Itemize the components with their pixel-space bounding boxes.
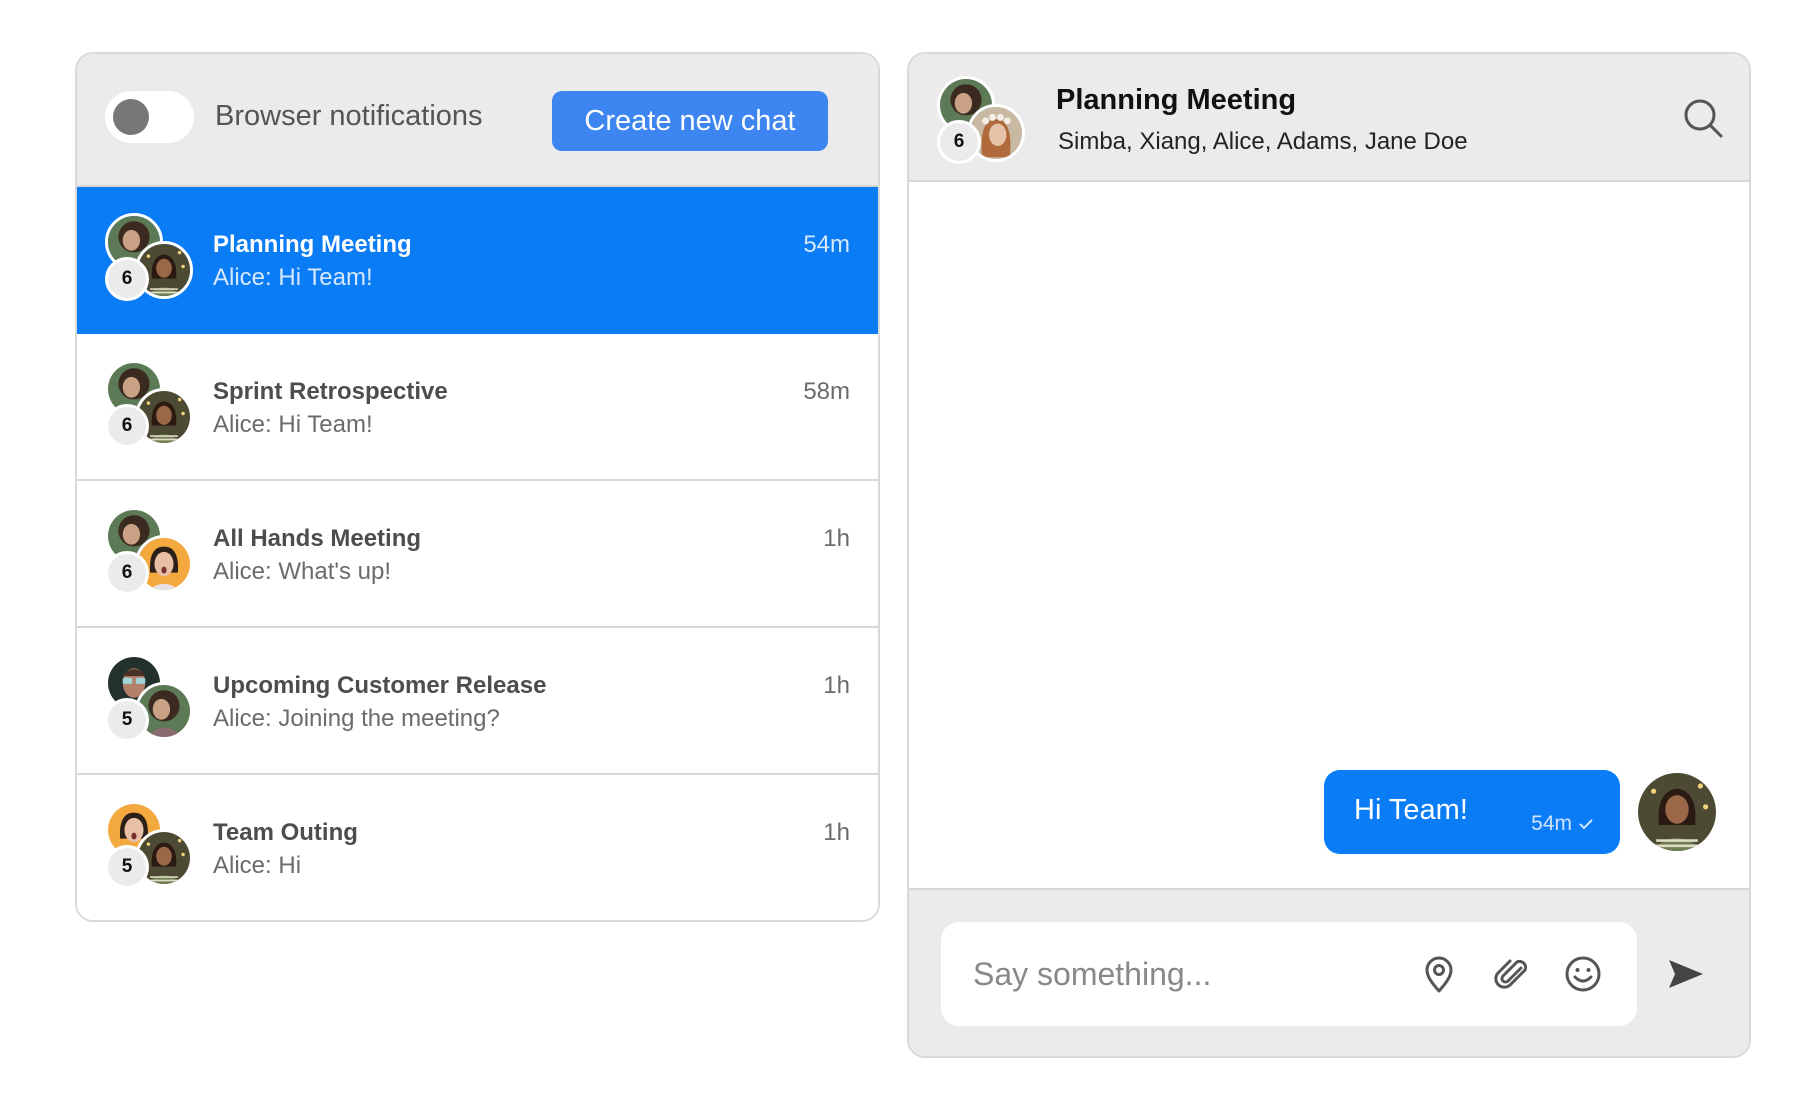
- chat-title: Team Outing: [213, 819, 358, 846]
- chat-time: 1h: [823, 672, 850, 699]
- browser-notifications-toggle[interactable]: [105, 91, 194, 143]
- chat-time: 1h: [823, 819, 850, 846]
- location-pin-icon[interactable]: [1419, 954, 1459, 994]
- sender-avatar: [1638, 773, 1716, 851]
- member-count-badge: 5: [105, 698, 149, 742]
- conversation-panel: 6 Planning Meeting Simba, Xiang, Alice, …: [907, 52, 1751, 1058]
- message-text: Hi Team!: [1354, 794, 1468, 826]
- chat-preview: Alice: What's up!: [213, 558, 391, 585]
- chat-list-header: Browser notifications Create new chat: [77, 54, 878, 187]
- create-new-chat-button[interactable]: Create new chat: [552, 91, 828, 151]
- emoji-icon[interactable]: [1563, 954, 1603, 994]
- member-count-badge: 5: [105, 845, 149, 889]
- chat-list: 6 Planning Meeting Alice: Hi Team! 54m 6…: [77, 187, 878, 920]
- message-input[interactable]: [941, 922, 1381, 1026]
- chat-list-item[interactable]: 6 Planning Meeting Alice: Hi Team! 54m: [77, 187, 878, 334]
- toggle-knob: [113, 99, 149, 135]
- browser-notifications-label: Browser notifications: [215, 100, 483, 132]
- chat-title: Sprint Retrospective: [213, 378, 448, 405]
- message-time: 54m: [1531, 812, 1572, 835]
- chat-time: 1h: [823, 525, 850, 552]
- message-meta: 54m: [1531, 812, 1594, 836]
- chat-title: Planning Meeting: [213, 231, 412, 258]
- chat-list-item[interactable]: 6 All Hands Meeting Alice: What's up! 1h: [77, 481, 878, 628]
- chat-list-item[interactable]: 6 Sprint Retrospective Alice: Hi Team! 5…: [77, 334, 878, 481]
- chat-time: 58m: [803, 378, 850, 405]
- conversation-members: Simba, Xiang, Alice, Adams, Jane Doe: [1058, 128, 1468, 155]
- member-count-badge: 6: [105, 404, 149, 448]
- chat-list-item[interactable]: 5 Upcoming Customer Release Alice: Joini…: [77, 628, 878, 775]
- send-icon[interactable]: [1665, 954, 1705, 994]
- paperclip-icon[interactable]: [1491, 954, 1531, 994]
- chat-avatar-group: 5: [105, 801, 195, 891]
- conversation-avatar-group: 6: [937, 76, 1027, 166]
- member-count-badge: 6: [105, 551, 149, 595]
- message-input-box: [941, 922, 1637, 1026]
- chat-preview: Alice: Hi Team!: [213, 411, 373, 438]
- chat-avatar-group: 6: [105, 360, 195, 450]
- chat-preview: Alice: Hi Team!: [213, 264, 373, 291]
- chat-avatar-group: 5: [105, 654, 195, 744]
- check-icon: [1579, 819, 1593, 830]
- member-count-badge: 6: [105, 257, 149, 301]
- chat-title: All Hands Meeting: [213, 525, 422, 552]
- search-icon[interactable]: [1681, 96, 1725, 140]
- message-composer: [909, 888, 1749, 1056]
- message-bubble: Hi Team! 54m: [1324, 770, 1620, 854]
- chat-preview: Alice: Joining the meeting?: [213, 705, 500, 732]
- chat-preview: Alice: Hi: [213, 852, 302, 879]
- chat-avatar-group: 6: [105, 213, 195, 303]
- conversation-title: Planning Meeting: [1056, 84, 1297, 116]
- chat-title: Upcoming Customer Release: [213, 672, 547, 699]
- chat-list-item[interactable]: 5 Team Outing Alice: Hi 1h: [77, 775, 878, 920]
- message-list: Hi Team! 54m: [909, 182, 1749, 888]
- conversation-header: 6 Planning Meeting Simba, Xiang, Alice, …: [909, 54, 1749, 182]
- chat-time: 54m: [803, 231, 850, 258]
- chat-list-panel: Browser notifications Create new chat 6 …: [75, 52, 880, 922]
- member-count-badge: 6: [937, 120, 981, 164]
- chat-avatar-group: 6: [105, 507, 195, 597]
